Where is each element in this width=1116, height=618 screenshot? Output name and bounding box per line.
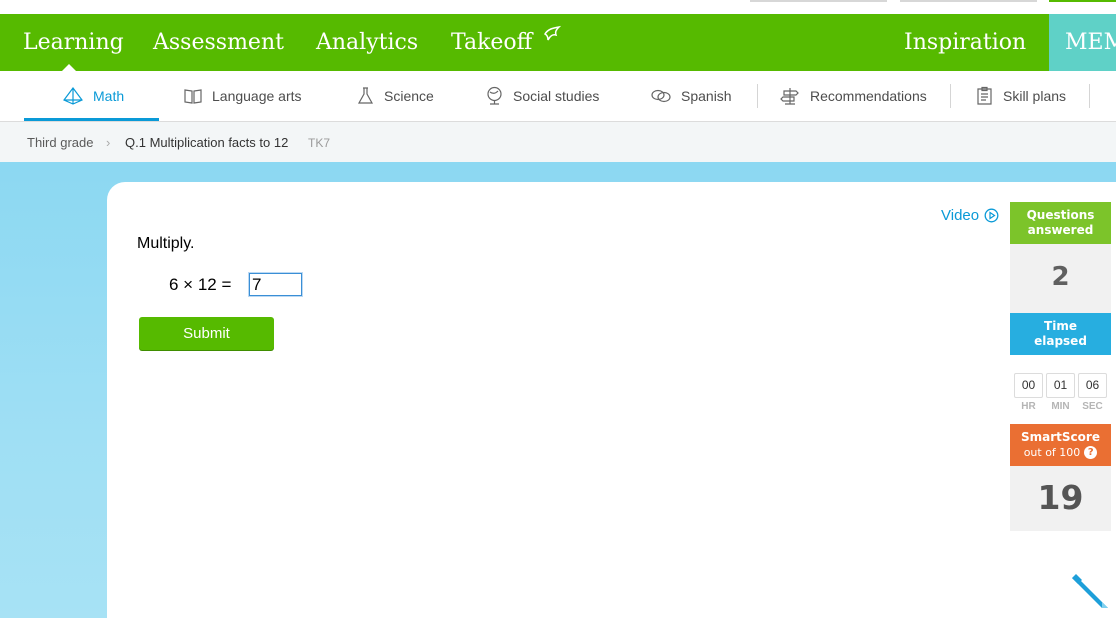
breadcrumb-skill: Q.1 Multiplication facts to 12 xyxy=(125,135,289,150)
tab-science[interactable]: Science xyxy=(356,71,434,121)
equation-text: 6 × 12 = xyxy=(169,275,232,294)
timer-seconds-label: SEC xyxy=(1082,401,1103,412)
breadcrumb: Third grade › Q.1 Multiplication facts t… xyxy=(0,122,1116,162)
globe-icon xyxy=(487,86,502,105)
pencil-icon[interactable] xyxy=(1072,572,1112,612)
top-strip-divider xyxy=(900,0,1037,2)
tab-spanish-label: Spanish xyxy=(681,88,732,104)
nav-inspiration[interactable]: Inspiration xyxy=(904,14,1026,71)
video-link[interactable]: Video xyxy=(941,207,999,224)
play-circle-icon xyxy=(984,208,999,223)
timer-hours-label: HR xyxy=(1021,401,1036,412)
tab-spanish[interactable]: Spanish xyxy=(650,71,732,121)
membership-button[interactable]: MEM xyxy=(1049,14,1116,71)
nav-takeoff[interactable]: Takeoff xyxy=(451,14,562,71)
timer-minutes-label: MIN xyxy=(1051,401,1070,412)
smartscore-header: SmartScore out of 100 ? xyxy=(1010,424,1111,466)
tab-separator xyxy=(757,84,758,108)
time-elapsed-label: elapsed xyxy=(1034,334,1087,348)
chevron-right-icon: › xyxy=(106,135,111,150)
tab-recommendations-label: Recommendations xyxy=(810,88,927,104)
tab-language-arts-label: Language arts xyxy=(212,88,302,104)
top-strip-divider xyxy=(1049,0,1116,2)
smartscore-sub-label: out of 100 xyxy=(1023,446,1081,459)
pyramid-icon xyxy=(63,87,83,105)
clipboard-icon xyxy=(977,86,992,105)
tab-skill-plans-label: Skill plans xyxy=(1003,88,1067,104)
tab-language-arts[interactable]: Language arts xyxy=(183,71,302,121)
help-icon[interactable]: ? xyxy=(1084,446,1098,459)
smartscore-value: 19 xyxy=(1037,478,1084,517)
questions-answered-label: answered xyxy=(1027,223,1094,237)
time-elapsed-header: Time elapsed xyxy=(1010,313,1111,355)
tab-math[interactable]: Math xyxy=(62,71,124,121)
nav-takeoff-label: Takeoff xyxy=(451,30,533,55)
tab-science-label: Science xyxy=(384,88,434,104)
nav-learning[interactable]: Learning xyxy=(23,14,124,71)
skill-code: TK7 xyxy=(308,136,331,150)
answer-input[interactable]: 7 xyxy=(249,273,302,296)
timer-minutes: 01 xyxy=(1046,373,1075,398)
smartscore-label: SmartScore xyxy=(1021,430,1100,444)
tab-social-studies[interactable]: Social studies xyxy=(485,71,599,121)
video-link-label: Video xyxy=(941,207,980,224)
signpost-icon xyxy=(780,88,799,105)
speech-bubbles-icon xyxy=(651,89,671,103)
questions-answered-label: Questions xyxy=(1026,208,1095,222)
tab-skill-plans[interactable]: Skill plans xyxy=(975,71,1066,121)
book-icon xyxy=(184,89,202,104)
time-elapsed-label: Time xyxy=(1044,319,1077,333)
flask-icon xyxy=(357,87,374,104)
tab-social-studies-label: Social studies xyxy=(513,88,600,104)
questions-answered-count: 2 xyxy=(1051,262,1070,292)
active-tab-indicator xyxy=(24,118,159,121)
dove-icon xyxy=(544,25,562,41)
smartscore-subtitle: out of 100 ? xyxy=(1024,445,1098,460)
question-card xyxy=(107,182,1116,618)
nav-analytics[interactable]: Analytics xyxy=(316,14,418,71)
top-strip-divider xyxy=(750,0,887,2)
breadcrumb-grade[interactable]: Third grade xyxy=(27,135,93,150)
timer-seconds: 06 xyxy=(1078,373,1107,398)
questions-answered-header: Questions answered xyxy=(1010,202,1111,244)
top-strip xyxy=(0,0,1116,14)
submit-button[interactable]: Submit xyxy=(139,317,274,350)
active-nav-caret xyxy=(62,64,76,71)
timer-hours: 00 xyxy=(1014,373,1043,398)
main-navigation: Learning Assessment Analytics Takeoff In… xyxy=(0,14,1116,71)
nav-assessment[interactable]: Assessment xyxy=(153,14,284,71)
tab-separator xyxy=(950,84,951,108)
tab-math-label: Math xyxy=(93,88,125,104)
subject-tabs: Math Language arts Science Social studie… xyxy=(0,71,1116,122)
tab-recommendations[interactable]: Recommendations xyxy=(780,71,927,121)
question-prompt: Multiply. xyxy=(137,235,195,252)
tab-separator xyxy=(1089,84,1090,108)
